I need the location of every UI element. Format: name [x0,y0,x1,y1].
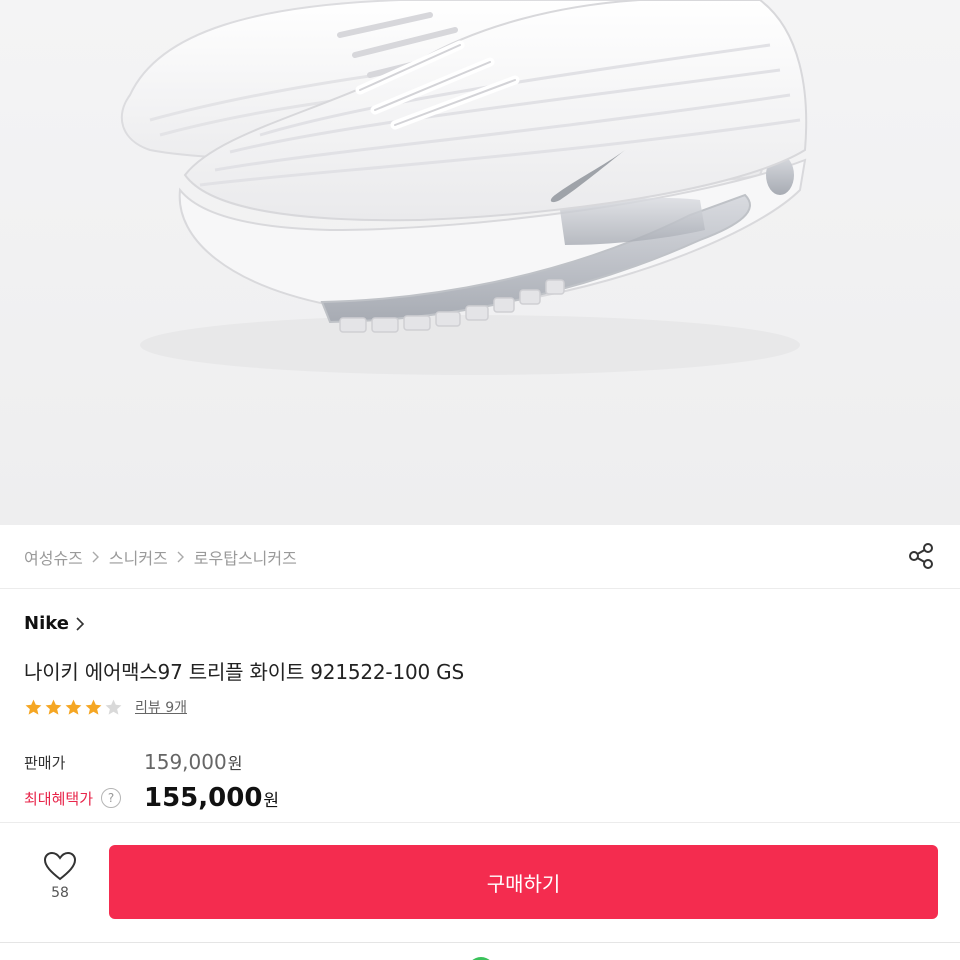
currency-unit: 원 [263,790,280,811]
star-filled-icon [45,699,62,715]
star-filled-icon [25,699,42,715]
star-filled-icon [85,699,102,715]
brand-link[interactable]: Nike [24,613,85,634]
sale-price-row: 판매가 159,000 원 [24,750,242,774]
star-filled-icon [65,699,82,715]
best-price-value: 155,000 [144,783,263,813]
bottom-action-bar: 58 구매하기 [0,822,960,942]
best-price-row: 최대혜택가 ? 155,000 원 [24,783,279,813]
brand-name: Nike [24,613,69,634]
help-icon[interactable]: ? [101,788,122,808]
chevron-right-icon [75,616,85,632]
review-count-link[interactable]: 리뷰 9개 [135,697,187,717]
product-title: 나이키 에어맥스97 트리플 화이트 921522-100 GS [24,660,464,684]
sale-price-label: 판매가 [24,753,66,772]
share-button[interactable] [904,539,938,573]
chevron-right-icon [172,549,190,565]
currency-unit: 원 [227,754,243,773]
star-empty-icon [105,699,122,715]
breadcrumb-item[interactable]: 스니커즈 [109,545,168,569]
breadcrumb-item[interactable]: 로우탑스니커즈 [194,545,297,569]
breadcrumb: 여성슈즈 스니커즈 로우탑스니커즈 [0,525,960,589]
share-icon [909,543,933,569]
heart-icon [43,851,77,881]
chevron-right-icon [87,549,105,565]
rating: 리뷰 9개 [24,697,187,717]
product-image[interactable] [0,0,960,525]
breadcrumb-item[interactable]: 여성슈즈 [24,545,83,569]
best-price-label-text: 최대혜택가 [24,789,94,808]
sale-price-value: 159,000 [144,750,227,774]
bottom-strip [0,942,960,960]
buy-button[interactable]: 구매하기 [109,845,938,919]
wishlist-count: 58 [51,885,69,901]
sneaker-illustration [0,0,960,525]
best-price-label: 최대혜택가 ? [24,788,144,809]
wishlist-button[interactable]: 58 [30,851,90,901]
star-rating [24,698,123,717]
